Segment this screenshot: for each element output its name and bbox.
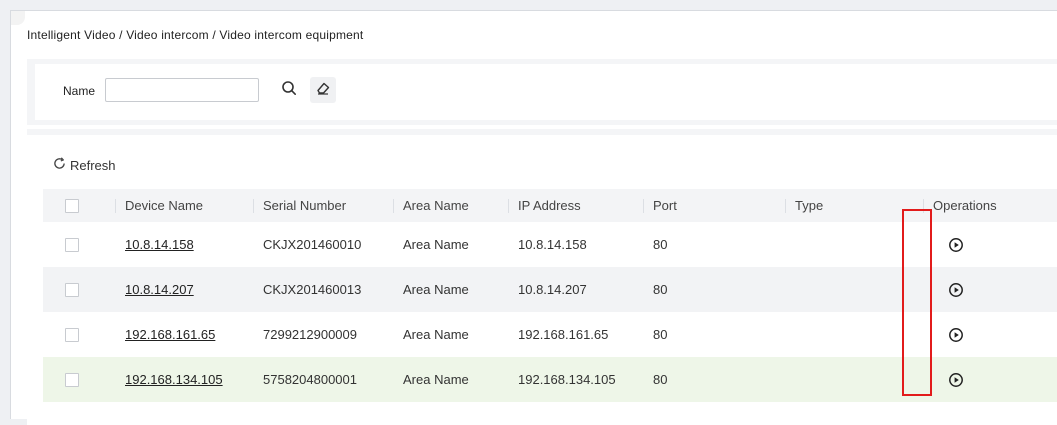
header-operations-label: Operations (933, 198, 997, 213)
column-separator (923, 199, 924, 213)
port-cell: 80 (653, 327, 668, 342)
area-name-cell: Area Name (403, 237, 469, 252)
area-name-cell: Area Name (403, 327, 469, 342)
device-name-cell: 192.168.134.105 (125, 357, 223, 402)
device-name-link[interactable]: 10.8.14.158 (125, 237, 194, 252)
device-name-cell: 192.168.161.65 (125, 312, 215, 357)
ip-address-cell: 10.8.14.207 (518, 282, 587, 297)
table-row[interactable]: 10.8.14.158 CKJX201460010 Area Name 10.8… (43, 222, 1057, 267)
row-checkbox[interactable] (65, 282, 79, 297)
column-separator (115, 199, 116, 213)
port-cell: 80 (653, 237, 668, 252)
column-separator (508, 199, 509, 213)
table-row[interactable]: 10.8.14.207 CKJX201460013 Area Name 10.8… (43, 267, 1057, 312)
header-operations: Operations (923, 189, 997, 222)
device-list-panel: Refresh Device Name Serial Number Area N… (27, 129, 1057, 425)
name-label: Name (63, 84, 96, 98)
serial-number-cell: 5758204800001 (263, 372, 357, 387)
header-ip-address-label: IP Address (518, 198, 581, 213)
column-separator (393, 199, 394, 213)
search-icon (281, 80, 297, 101)
row-select-cell (65, 222, 79, 267)
play-circle-icon[interactable] (948, 327, 964, 343)
port-cell: 80 (653, 282, 668, 297)
header-port-label: Port (653, 198, 677, 213)
header-device-name-label: Device Name (125, 198, 204, 213)
header-area-name-label: Area Name (403, 198, 469, 213)
row-select-cell (65, 312, 79, 357)
frame-corner (11, 11, 25, 25)
device-table: Device Name Serial Number Area Name IP A… (43, 189, 1057, 402)
area-name-cell: Area Name (403, 372, 469, 387)
device-name-link[interactable]: 192.168.161.65 (125, 327, 215, 342)
breadcrumb-item-current: Video intercom equipment (219, 28, 364, 42)
device-name-link[interactable]: 192.168.134.105 (125, 372, 223, 387)
eraser-icon (315, 80, 331, 101)
breadcrumb-item-video-intercom[interactable]: Video intercom (126, 28, 209, 42)
play-circle-icon[interactable] (948, 237, 964, 253)
column-separator (643, 199, 644, 213)
header-select-cell (65, 189, 79, 222)
row-checkbox[interactable] (65, 237, 79, 252)
area-name-cell: Area Name (403, 282, 469, 297)
header-device-name[interactable]: Device Name (115, 189, 204, 222)
header-serial-number-label: Serial Number (263, 198, 347, 213)
header-type-label: Type (795, 198, 824, 213)
name-search-input[interactable] (105, 78, 259, 102)
row-checkbox[interactable] (65, 372, 79, 387)
refresh-icon (53, 157, 70, 173)
breadcrumb-item-intelligent-video[interactable]: Intelligent Video (27, 28, 116, 42)
search-form: Name (35, 64, 1057, 120)
table-row[interactable]: 192.168.161.65 7299212900009 Area Name 1… (43, 312, 1057, 357)
header-ip-address[interactable]: IP Address (508, 189, 581, 222)
device-name-cell: 10.8.14.207 (125, 267, 194, 312)
table-row[interactable]: 192.168.134.105 5758204800001 Area Name … (43, 357, 1057, 402)
breadcrumb: Intelligent Video / Video intercom / Vid… (27, 28, 363, 42)
header-serial-number[interactable]: Serial Number (253, 189, 347, 222)
device-name-link[interactable]: 10.8.14.207 (125, 282, 194, 297)
play-circle-icon[interactable] (948, 282, 964, 298)
refresh-label: Refresh (70, 157, 116, 173)
column-separator (785, 199, 786, 213)
column-separator (253, 199, 254, 213)
serial-number-cell: CKJX201460013 (263, 282, 362, 297)
header-area-name[interactable]: Area Name (393, 189, 469, 222)
clear-button-box (310, 77, 336, 103)
row-select-cell (65, 357, 79, 402)
row-checkbox[interactable] (65, 327, 79, 342)
play-circle-icon[interactable] (948, 372, 964, 388)
row-select-cell (65, 267, 79, 312)
header-port[interactable]: Port (643, 189, 677, 222)
serial-number-cell: 7299212900009 (263, 327, 357, 342)
header-type[interactable]: Type (785, 189, 824, 222)
select-all-checkbox[interactable] (65, 198, 79, 213)
breadcrumb-separator: / (208, 28, 220, 42)
clear-button[interactable] (309, 76, 337, 104)
serial-number-cell: CKJX201460010 (263, 237, 362, 252)
refresh-button[interactable]: Refresh (53, 157, 116, 173)
app-frame: Intelligent Video / Video intercom / Vid… (10, 10, 1057, 425)
port-cell: 80 (653, 372, 668, 387)
ip-address-cell: 10.8.14.158 (518, 237, 587, 252)
ip-address-cell: 192.168.161.65 (518, 327, 609, 342)
ip-address-cell: 192.168.134.105 (518, 372, 616, 387)
search-panel: Name (27, 59, 1057, 125)
search-button[interactable] (275, 76, 303, 104)
breadcrumb-separator: / (115, 28, 127, 42)
table-header: Device Name Serial Number Area Name IP A… (43, 189, 1057, 222)
device-name-cell: 10.8.14.158 (125, 222, 194, 267)
